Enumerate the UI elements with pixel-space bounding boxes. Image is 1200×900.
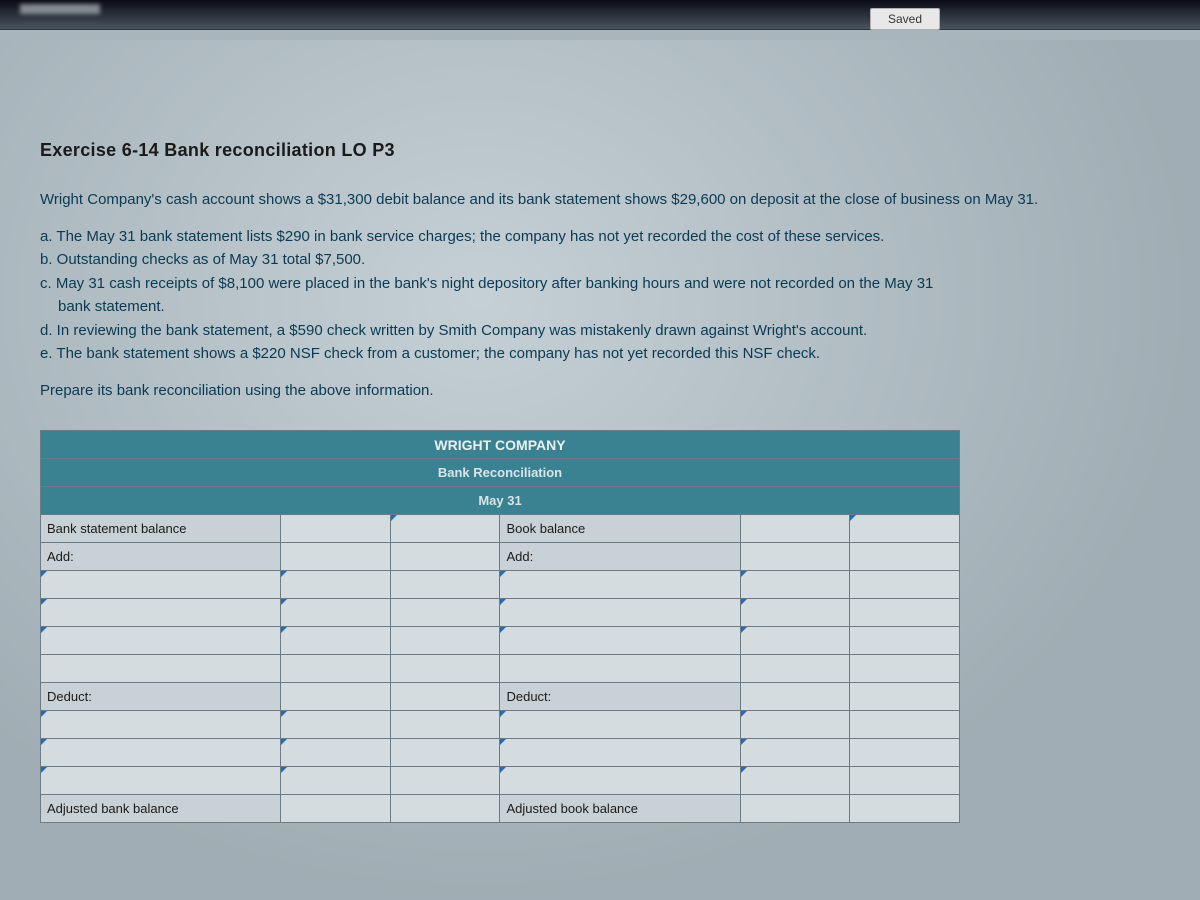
bank-deduct-amt-3b[interactable] xyxy=(390,767,500,795)
book-add-amt-1a[interactable] xyxy=(740,571,850,599)
bank-deduct-amt-3a[interactable] xyxy=(281,767,391,795)
bank-add-sub-b[interactable] xyxy=(390,655,500,683)
item-a: a. The May 31 bank statement lists $290 … xyxy=(40,226,1160,249)
reconciliation-table-wrap: WRIGHT COMPANY Bank Reconciliation May 3… xyxy=(40,430,960,823)
item-b: b. Outstanding checks as of May 31 total… xyxy=(40,249,1160,272)
row-balances: Bank statement balance Book balance xyxy=(41,515,960,543)
intro-paragraph: Wright Company's cash account shows a $3… xyxy=(40,189,1160,212)
item-c-line2: bank statement. xyxy=(40,296,1160,319)
bank-add-amt2[interactable] xyxy=(390,543,500,571)
book-add-desc-1[interactable] xyxy=(500,571,740,599)
book-balance-amt2[interactable] xyxy=(850,515,960,543)
bank-balance-label: Bank statement balance xyxy=(41,515,281,543)
row-add-1 xyxy=(41,571,960,599)
bank-deduct-desc-1[interactable] xyxy=(41,711,281,739)
bank-deduct-h-b[interactable] xyxy=(390,683,500,711)
bank-deduct-desc-3[interactable] xyxy=(41,767,281,795)
book-add-desc-2[interactable] xyxy=(500,599,740,627)
book-deduct-label: Deduct: xyxy=(500,683,740,711)
bank-add-amt1[interactable] xyxy=(281,543,391,571)
exercise-page: Exercise 6-14 Bank reconciliation LO P3 … xyxy=(0,40,1200,900)
bank-add-desc-2[interactable] xyxy=(41,599,281,627)
bank-add-desc-3[interactable] xyxy=(41,627,281,655)
item-c-line1: c. May 31 cash receipts of $8,100 were p… xyxy=(40,273,1160,296)
bank-deduct-h-a[interactable] xyxy=(281,683,391,711)
item-e: e. The bank statement shows a $220 NSF c… xyxy=(40,343,1160,366)
row-add-2 xyxy=(41,599,960,627)
book-deduct-amt-1b[interactable] xyxy=(850,711,960,739)
bank-deduct-desc-2[interactable] xyxy=(41,739,281,767)
adjusted-book-b[interactable] xyxy=(850,795,960,823)
row-deduct-header: Deduct: Deduct: xyxy=(41,683,960,711)
book-add-label: Add: xyxy=(500,543,740,571)
bank-add-sub-desc[interactable] xyxy=(41,655,281,683)
bank-deduct-amt-1a[interactable] xyxy=(281,711,391,739)
item-d: d. In reviewing the bank statement, a $5… xyxy=(40,320,1160,343)
book-add-amt-2b[interactable] xyxy=(850,599,960,627)
book-add-amt-1b[interactable] xyxy=(850,571,960,599)
bank-add-desc-1[interactable] xyxy=(41,571,281,599)
bank-add-amt-3b[interactable] xyxy=(390,627,500,655)
book-deduct-desc-1[interactable] xyxy=(500,711,740,739)
bank-balance-amt2[interactable] xyxy=(390,515,500,543)
bank-deduct-amt-2b[interactable] xyxy=(390,739,500,767)
bank-add-amt-2a[interactable] xyxy=(281,599,391,627)
book-deduct-h-b[interactable] xyxy=(850,683,960,711)
saved-badge: Saved xyxy=(870,8,940,30)
adjusted-book-label: Adjusted book balance xyxy=(500,795,740,823)
book-add-sub-b[interactable] xyxy=(850,655,960,683)
book-add-sub-a[interactable] xyxy=(740,655,850,683)
book-deduct-amt-3a[interactable] xyxy=(740,767,850,795)
instruction: Prepare its bank reconciliation using th… xyxy=(40,380,1160,403)
bank-add-label: Add: xyxy=(41,543,281,571)
bank-deduct-amt-1b[interactable] xyxy=(390,711,500,739)
row-deduct-1 xyxy=(41,711,960,739)
book-add-desc-3[interactable] xyxy=(500,627,740,655)
bank-add-amt-3a[interactable] xyxy=(281,627,391,655)
book-add-amt2[interactable] xyxy=(850,543,960,571)
row-add-header: Add: Add: xyxy=(41,543,960,571)
adjusted-bank-a[interactable] xyxy=(281,795,391,823)
book-balance-label: Book balance xyxy=(500,515,740,543)
book-add-amt-3a[interactable] xyxy=(740,627,850,655)
book-deduct-desc-2[interactable] xyxy=(500,739,740,767)
book-deduct-amt-3b[interactable] xyxy=(850,767,960,795)
bank-add-amt-1a[interactable] xyxy=(281,571,391,599)
exercise-title: Exercise 6-14 Bank reconciliation LO P3 xyxy=(40,140,1160,161)
bank-deduct-amt-2a[interactable] xyxy=(281,739,391,767)
book-add-amt-3b[interactable] xyxy=(850,627,960,655)
row-add-subtotal xyxy=(41,655,960,683)
book-deduct-amt-1a[interactable] xyxy=(740,711,850,739)
book-balance-amt1[interactable] xyxy=(740,515,850,543)
book-add-amt-2a[interactable] xyxy=(740,599,850,627)
row-add-3 xyxy=(41,627,960,655)
bank-add-sub-a[interactable] xyxy=(281,655,391,683)
book-add-sub-desc[interactable] xyxy=(500,655,740,683)
bank-add-amt-1b[interactable] xyxy=(390,571,500,599)
row-adjusted: Adjusted bank balance Adjusted book bala… xyxy=(41,795,960,823)
reconciliation-table: WRIGHT COMPANY Bank Reconciliation May 3… xyxy=(40,430,960,823)
book-deduct-desc-3[interactable] xyxy=(500,767,740,795)
adjusted-bank-label: Adjusted bank balance xyxy=(41,795,281,823)
adjusted-bank-b[interactable] xyxy=(390,795,500,823)
book-deduct-h-a[interactable] xyxy=(740,683,850,711)
adjusted-book-a[interactable] xyxy=(740,795,850,823)
bank-add-amt-2b[interactable] xyxy=(390,599,500,627)
bank-balance-amt1[interactable] xyxy=(281,515,391,543)
problem-text: Wright Company's cash account shows a $3… xyxy=(40,189,1160,402)
bank-deduct-label: Deduct: xyxy=(41,683,281,711)
book-deduct-amt-2b[interactable] xyxy=(850,739,960,767)
table-company-header: WRIGHT COMPANY xyxy=(41,431,960,459)
table-date: May 31 xyxy=(41,487,960,515)
row-deduct-2 xyxy=(41,739,960,767)
row-deduct-3 xyxy=(41,767,960,795)
table-heading: Bank Reconciliation xyxy=(41,459,960,487)
book-add-amt1[interactable] xyxy=(740,543,850,571)
book-deduct-amt-2a[interactable] xyxy=(740,739,850,767)
screen-top-bezel xyxy=(0,0,1200,30)
